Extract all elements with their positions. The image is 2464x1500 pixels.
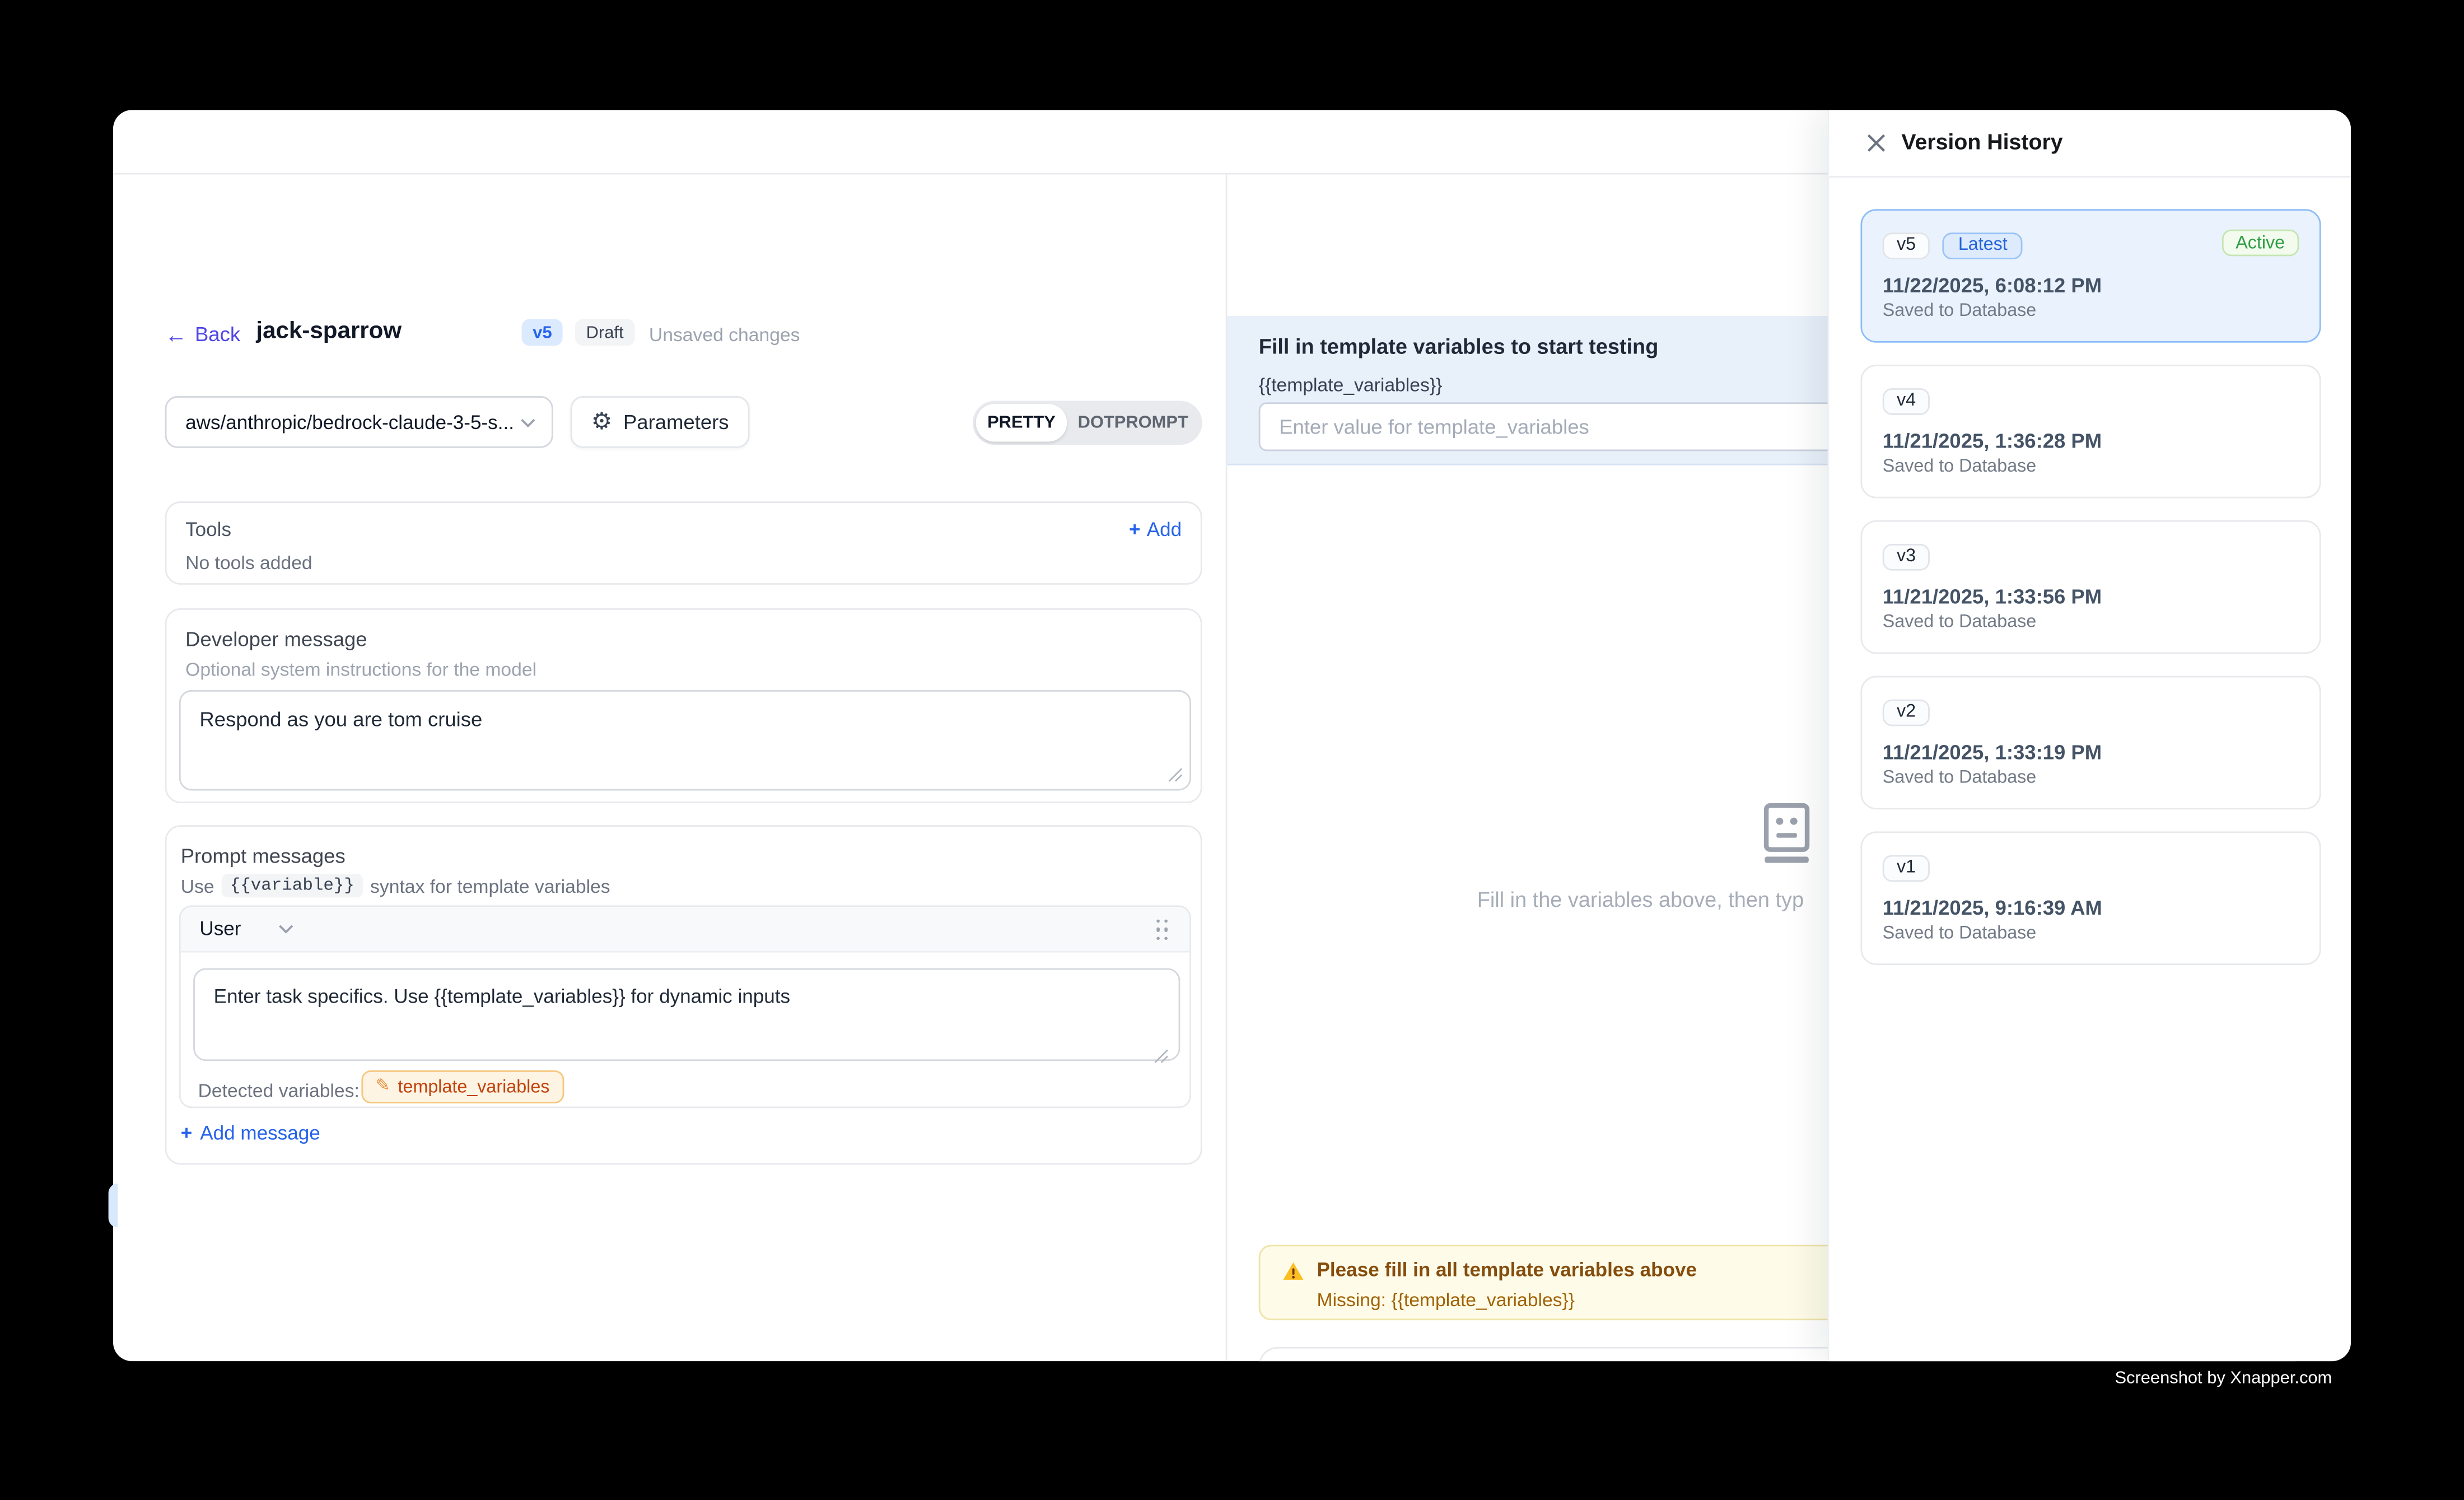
drag-handle-icon[interactable] bbox=[1156, 920, 1170, 940]
subtitle-prefix: Use bbox=[181, 875, 214, 897]
screenshot-stage: ← Back jack-sparrow v5 Draft Unsaved cha… bbox=[0, 0, 2464, 1499]
parameters-button[interactable]: ⚙ Parameters bbox=[571, 396, 750, 448]
version-chip-row: v4 bbox=[1883, 385, 2299, 416]
plus-icon: + bbox=[181, 1122, 193, 1144]
back-label: Back bbox=[195, 322, 240, 346]
detected-variable-name: template_variables bbox=[398, 1078, 550, 1097]
prompt-message-block: User Enter task specifics. Use {{templat… bbox=[179, 905, 1191, 1108]
variable-syntax-chip: {{variable}} bbox=[222, 874, 362, 897]
view-mode-toggle: PRETTY DOTPROMPT bbox=[973, 401, 1202, 445]
warning-detail: Missing: {{template_variables}} bbox=[1317, 1289, 1575, 1311]
robot-face-icon bbox=[1755, 803, 1818, 863]
add-message-label: Add message bbox=[200, 1122, 320, 1144]
version-item-v3[interactable]: v3 11/21/2025, 1:33:56 PM Saved to Datab… bbox=[1860, 520, 2321, 654]
version-chip-row: v3 bbox=[1883, 541, 2299, 572]
version-timestamp: 11/21/2025, 9:16:39 AM bbox=[1883, 896, 2299, 919]
add-tool-button[interactable]: + Add bbox=[1129, 519, 1182, 541]
back-arrow-icon: ← bbox=[165, 323, 187, 345]
version-number-chip: v1 bbox=[1883, 854, 1930, 881]
model-selector[interactable]: aws/anthropic/bedrock-claude-3-5-s... bbox=[165, 396, 553, 448]
version-status: Saved to Database bbox=[1883, 924, 2299, 943]
warning-icon bbox=[1282, 1261, 1304, 1283]
version-status: Saved to Database bbox=[1883, 768, 2299, 788]
gear-icon: ⚙ bbox=[591, 410, 613, 434]
chevron-down-icon bbox=[520, 417, 536, 427]
developer-message-textarea[interactable]: Respond as you are tom cruise bbox=[179, 690, 1191, 791]
page-title: jack-sparrow bbox=[256, 318, 402, 344]
version-history-panel: Version History v5 Latest Active 11/22/2… bbox=[1828, 110, 2351, 1361]
toggle-dotprompt[interactable]: DOTPROMPT bbox=[1067, 413, 1199, 432]
role-value: User bbox=[199, 918, 241, 940]
resize-grip-icon[interactable] bbox=[1154, 1049, 1169, 1064]
back-button[interactable]: ← Back bbox=[165, 322, 240, 346]
tools-empty-text: No tools added bbox=[185, 552, 312, 574]
role-selector[interactable]: User bbox=[199, 918, 295, 940]
unsaved-changes-label: Unsaved changes bbox=[649, 324, 800, 346]
add-tool-label: Add bbox=[1147, 519, 1182, 541]
version-item-v5[interactable]: v5 Latest Active 11/22/2025, 6:08:12 PM … bbox=[1860, 209, 2321, 343]
pencil-icon: ✎ bbox=[376, 1078, 390, 1096]
version-chip-row: v5 Latest Active bbox=[1883, 230, 2299, 261]
version-chip-row: v2 bbox=[1883, 696, 2299, 728]
latest-chip: Latest bbox=[1943, 232, 2023, 259]
prompt-messages-subtitle: Use {{variable}} syntax for template var… bbox=[181, 874, 610, 897]
developer-message-subtitle: Optional system instructions for the mod… bbox=[185, 659, 536, 681]
developer-message-title: Developer message bbox=[185, 627, 367, 651]
version-chip-row: v1 bbox=[1883, 852, 2299, 883]
version-item-v4[interactable]: v4 11/21/2025, 1:36:28 PM Saved to Datab… bbox=[1860, 365, 2321, 499]
version-timestamp: 11/21/2025, 1:36:28 PM bbox=[1883, 429, 2299, 453]
version-timestamp: 11/21/2025, 1:33:56 PM bbox=[1883, 585, 2299, 608]
version-number-chip: v4 bbox=[1883, 388, 1930, 414]
version-number-chip: v5 bbox=[1883, 232, 1930, 259]
template-variables-title: Fill in template variables to start test… bbox=[1259, 335, 1659, 358]
version-status: Saved to Database bbox=[1883, 613, 2299, 632]
close-icon[interactable] bbox=[1864, 131, 1889, 156]
version-history-header: Version History bbox=[1829, 110, 2351, 178]
version-timestamp: 11/22/2025, 6:08:12 PM bbox=[1883, 273, 2299, 297]
side-panel-notch[interactable] bbox=[109, 1184, 118, 1228]
version-number-chip: v2 bbox=[1883, 698, 1930, 725]
plus-icon: + bbox=[1129, 519, 1141, 541]
version-number-chip: v3 bbox=[1883, 543, 1930, 570]
developer-message-section: Developer message Optional system instru… bbox=[165, 608, 1202, 803]
parameters-label: Parameters bbox=[623, 410, 729, 434]
tools-title: Tools bbox=[185, 519, 231, 541]
version-timestamp: 11/21/2025, 1:33:19 PM bbox=[1883, 740, 2299, 764]
detected-variables-label: Detected variables: bbox=[198, 1080, 360, 1102]
version-status: Saved to Database bbox=[1883, 302, 2299, 321]
message-header: User bbox=[181, 907, 1190, 952]
version-history-title: Version History bbox=[1901, 129, 2062, 154]
prompt-editor-pane: ← Back jack-sparrow v5 Draft Unsaved cha… bbox=[113, 174, 1228, 1361]
model-selector-value: aws/anthropic/bedrock-claude-3-5-s... bbox=[185, 411, 520, 433]
version-item-v1[interactable]: v1 11/21/2025, 9:16:39 AM Saved to Datab… bbox=[1860, 831, 2321, 965]
empty-state-text: Fill in the variables above, then typ bbox=[1477, 888, 1804, 911]
version-item-v2[interactable]: v2 11/21/2025, 1:33:19 PM Saved to Datab… bbox=[1860, 676, 2321, 810]
message-textarea[interactable]: Enter task specifics. Use {{template_var… bbox=[193, 968, 1180, 1061]
detected-variable-chip[interactable]: ✎ template_variables bbox=[361, 1070, 563, 1103]
prompt-messages-section: Prompt messages Use {{variable}} syntax … bbox=[165, 825, 1202, 1164]
chevron-down-icon bbox=[279, 924, 295, 934]
version-status: Saved to Database bbox=[1883, 458, 2299, 477]
template-variable-name-label: {{template_variables}} bbox=[1259, 374, 1443, 396]
active-chip: Active bbox=[2222, 230, 2299, 257]
toggle-pretty[interactable]: PRETTY bbox=[976, 404, 1067, 441]
tools-section: Tools + Add No tools added bbox=[165, 501, 1202, 585]
subtitle-suffix: syntax for template variables bbox=[370, 875, 610, 897]
warning-title: Please fill in all template variables ab… bbox=[1317, 1259, 1697, 1281]
watermark-text: Screenshot by Xnapper.com bbox=[2115, 1369, 2332, 1388]
version-badge: v5 bbox=[522, 319, 563, 346]
status-badge: Draft bbox=[575, 319, 634, 346]
add-message-button[interactable]: + Add message bbox=[181, 1122, 320, 1144]
prompt-messages-title: Prompt messages bbox=[181, 844, 346, 868]
resize-grip-icon[interactable] bbox=[1168, 767, 1183, 782]
